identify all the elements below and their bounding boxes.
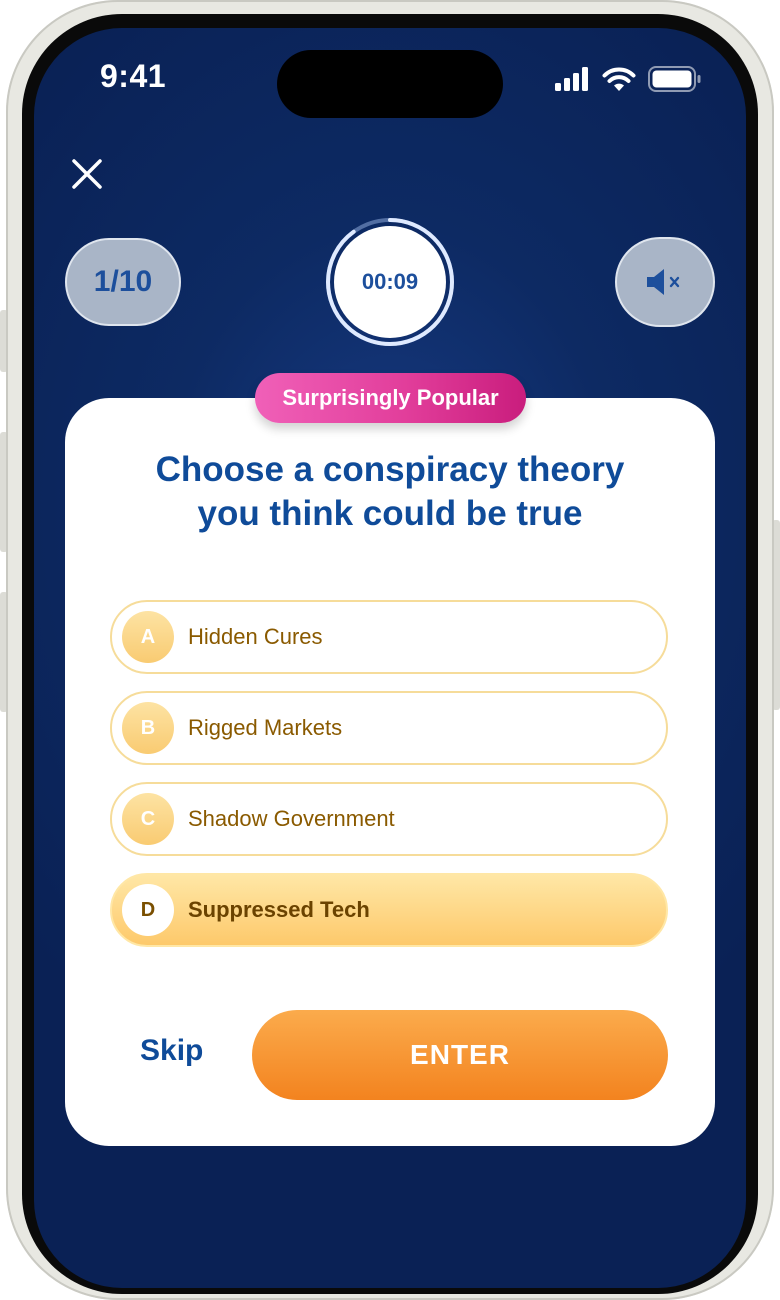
option-label: Shadow Government xyxy=(188,806,395,831)
dynamic-island xyxy=(277,50,503,118)
option-label: Rigged Markets xyxy=(188,715,343,740)
status-icons xyxy=(554,66,702,92)
close-icon xyxy=(72,159,102,189)
question-counter: 1/10 xyxy=(65,238,181,326)
option-letter: D xyxy=(122,884,174,936)
quiz-screen: 9:41 1/10 00:09 Surprisingly Popular Cho… xyxy=(34,28,746,1288)
option-label: Suppressed Tech xyxy=(188,897,370,922)
option-letter: B xyxy=(122,702,174,754)
enter-button[interactable]: ENTER xyxy=(252,1010,668,1100)
question-text: Choose a conspiracy theory you think cou… xyxy=(94,448,686,536)
mute-button[interactable] xyxy=(615,237,715,327)
skip-button[interactable]: Skip xyxy=(140,1034,203,1068)
option-c[interactable]: C Shadow Government xyxy=(110,782,668,856)
signal-icon xyxy=(555,67,588,91)
question-line: you think could be true xyxy=(197,494,583,533)
option-a[interactable]: A Hidden Cures xyxy=(110,600,668,674)
status-time: 9:41 xyxy=(100,58,167,94)
option-b[interactable]: B Rigged Markets xyxy=(110,691,668,765)
close-button[interactable] xyxy=(68,155,106,193)
speaker-muted-icon xyxy=(647,269,680,295)
option-d[interactable]: D Suppressed Tech xyxy=(110,873,668,947)
battery-icon xyxy=(648,66,701,92)
option-letter: C xyxy=(122,793,174,845)
question-line: Choose a conspiracy theory xyxy=(155,450,625,489)
option-letter: A xyxy=(122,611,174,663)
countdown-timer: 00:09 xyxy=(324,216,456,348)
wifi-icon xyxy=(602,67,636,91)
option-label: Hidden Cures xyxy=(188,624,323,649)
category-badge: Surprisingly Popular xyxy=(255,373,526,423)
timer-text: 00:09 xyxy=(334,226,446,338)
